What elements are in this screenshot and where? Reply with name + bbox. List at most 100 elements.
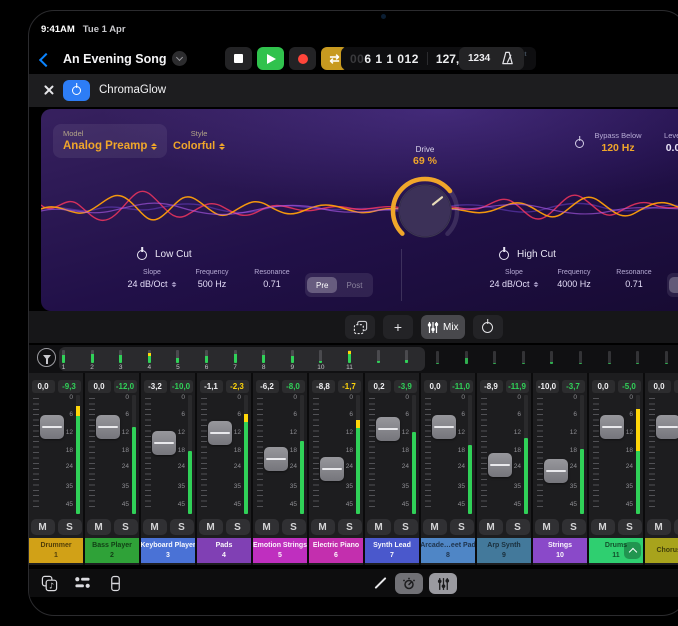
fader-handle[interactable] — [96, 415, 120, 439]
track-name-plate[interactable]: Arp Synth 9 — [477, 538, 531, 563]
play-button[interactable] — [257, 47, 284, 70]
volume-readout[interactable]: 0,0 — [648, 380, 671, 393]
fader-handle[interactable] — [544, 459, 568, 483]
solo-button[interactable]: S — [394, 519, 418, 535]
stop-button[interactable] — [225, 47, 252, 70]
plugin-power-button[interactable] — [63, 80, 90, 101]
solo-button[interactable]: S — [618, 519, 642, 535]
bypass-power-icon[interactable] — [575, 139, 584, 148]
track-name-plate[interactable]: Strings 10 — [533, 538, 587, 563]
solo-button[interactable]: S — [674, 519, 678, 535]
mute-button[interactable]: M — [311, 519, 335, 535]
fader-handle[interactable] — [376, 417, 400, 441]
back-button[interactable] — [41, 52, 51, 70]
controls-view-button[interactable] — [395, 573, 423, 594]
solo-button[interactable]: S — [58, 519, 82, 535]
loop-browser-button[interactable]: ♪ — [39, 573, 59, 593]
volume-readout[interactable]: 0,2 — [368, 380, 391, 393]
volume-readout[interactable]: 0,0 — [32, 380, 55, 393]
track-name-plate[interactable]: Drummer 1 — [29, 538, 83, 563]
track-name-plate[interactable]: Electric Piano 6 — [309, 538, 363, 563]
track-name-plate[interactable]: Drums 11 — [589, 538, 643, 563]
tiles-button[interactable] — [345, 315, 375, 339]
mute-button[interactable]: M — [143, 519, 167, 535]
mute-button[interactable]: M — [31, 519, 55, 535]
fader-handle[interactable] — [656, 415, 678, 439]
track-name-plate[interactable]: Synth Lead 7 — [365, 538, 419, 563]
mute-button[interactable]: M — [199, 519, 223, 535]
fader-handle[interactable] — [600, 415, 624, 439]
mute-button[interactable]: M — [87, 519, 111, 535]
solo-button[interactable]: S — [226, 519, 250, 535]
peak-readout[interactable]: -9,3 — [58, 380, 81, 393]
peak-readout[interactable]: -10,0 — [170, 380, 193, 393]
track-name-plate[interactable]: Emotion Strings 5 — [253, 538, 307, 563]
solo-button[interactable]: S — [562, 519, 586, 535]
fader-handle[interactable] — [264, 447, 288, 471]
pre-button[interactable]: Pre — [307, 277, 337, 293]
high-cut-slope[interactable]: Slope 24 dB/Oct — [487, 269, 541, 297]
fader-handle[interactable] — [152, 431, 176, 455]
add-button[interactable]: + — [383, 315, 413, 339]
low-cut-frequency[interactable]: Frequency 500 Hz — [185, 269, 239, 297]
solo-button[interactable]: S — [282, 519, 306, 535]
fader-handle[interactable] — [488, 453, 512, 477]
plugins-button[interactable] — [72, 573, 92, 593]
metronome-icon[interactable] — [500, 51, 515, 66]
post-button[interactable]: Post — [337, 277, 371, 293]
peak-readout[interactable]: -8,0 — [282, 380, 305, 393]
style-selector[interactable]: Style Colorful — [173, 129, 225, 152]
peak-readout[interactable]: -3,7 — [562, 380, 585, 393]
high-cut-frequency[interactable]: Frequency 4000 Hz — [547, 269, 601, 297]
mute-button[interactable]: M — [423, 519, 447, 535]
overview-visible-window[interactable]: 1 2 3 4 5 6 7 — [59, 347, 425, 371]
mixer-view-button[interactable] — [429, 573, 457, 594]
track-name-plate[interactable]: Chorus V — [645, 538, 678, 563]
peak-readout[interactable]: -1,7 — [338, 380, 361, 393]
solo-button[interactable]: S — [114, 519, 138, 535]
overview-offscreen-tracks[interactable] — [425, 347, 678, 371]
peak-readout[interactable]: -5,0 — [618, 380, 641, 393]
filter-button[interactable] — [37, 348, 56, 367]
fader-handle[interactable] — [208, 421, 232, 445]
low-cut-resonance[interactable]: Resonance 0.71 — [245, 269, 299, 297]
peak-readout[interactable] — [674, 380, 678, 393]
volume-readout[interactable]: 0,0 — [424, 380, 447, 393]
mute-button[interactable]: M — [591, 519, 615, 535]
track-name-plate[interactable]: Keyboard Player 3 — [141, 538, 195, 563]
mute-button[interactable]: M — [647, 519, 671, 535]
level-control[interactable]: Level 0.0 — [633, 131, 678, 154]
count-in-button[interactable]: 1234 — [468, 53, 490, 64]
fader-view-button[interactable] — [105, 573, 125, 593]
track-name-plate[interactable]: Arcade…eet Pad 8 — [421, 538, 475, 563]
peak-readout[interactable]: -11,0 — [450, 380, 473, 393]
fader-handle[interactable] — [432, 415, 456, 439]
record-button[interactable] — [289, 47, 316, 70]
pre-button[interactable]: Pre — [669, 277, 678, 293]
low-cut-slope[interactable]: Slope 24 dB/Oct — [125, 269, 179, 297]
peak-readout[interactable]: -11,9 — [506, 380, 529, 393]
high-cut-resonance[interactable]: Resonance 0.71 — [607, 269, 661, 297]
volume-readout[interactable]: -3,2 — [144, 380, 167, 393]
volume-readout[interactable]: -6,2 — [256, 380, 279, 393]
volume-readout[interactable]: 0,0 — [88, 380, 111, 393]
volume-readout[interactable]: -8,8 — [312, 380, 335, 393]
peak-readout[interactable]: -2,3 — [226, 380, 249, 393]
drive-knob[interactable] — [387, 173, 463, 249]
peak-readout[interactable]: -3,9 — [394, 380, 417, 393]
pencil-icon[interactable] — [374, 577, 386, 589]
mute-button[interactable]: M — [535, 519, 559, 535]
solo-button[interactable]: S — [338, 519, 362, 535]
mixer-power-button[interactable] — [473, 315, 503, 339]
high-cut-power-icon[interactable] — [499, 250, 509, 260]
volume-readout[interactable]: -10,0 — [536, 380, 559, 393]
mute-button[interactable]: M — [479, 519, 503, 535]
track-name-plate[interactable]: Bass Player 2 — [85, 538, 139, 563]
peak-readout[interactable]: -12,0 — [114, 380, 137, 393]
mix-view-button[interactable]: Mix — [421, 315, 465, 339]
title-menu-badge[interactable] — [172, 51, 187, 66]
solo-button[interactable]: S — [506, 519, 530, 535]
collapse-button[interactable] — [624, 542, 641, 559]
solo-button[interactable]: S — [450, 519, 474, 535]
model-selector[interactable]: Model Analog Preamp — [53, 124, 167, 158]
